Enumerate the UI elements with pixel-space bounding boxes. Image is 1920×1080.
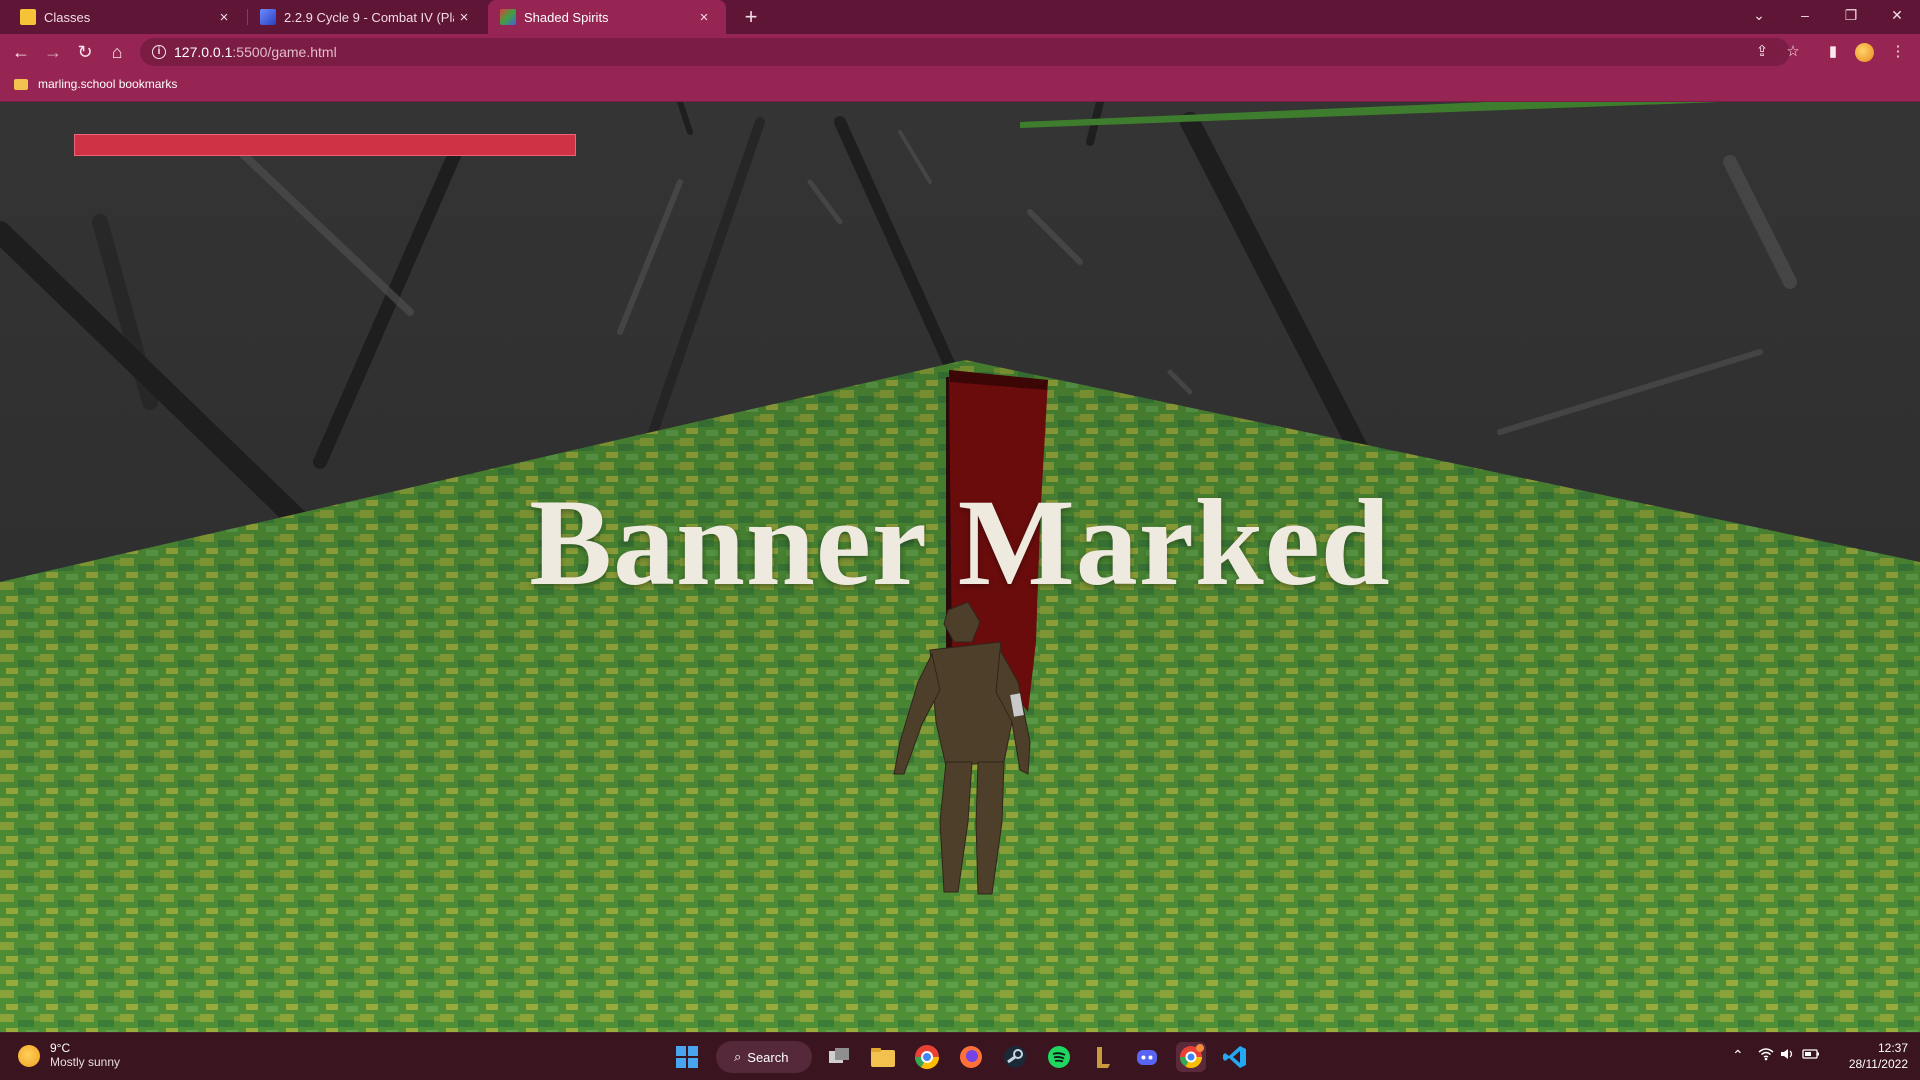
chrome-icon[interactable] — [912, 1042, 942, 1072]
health-bar — [74, 134, 576, 156]
new-tab-button[interactable]: + — [738, 4, 764, 30]
clock-date: 28/11/2022 — [1848, 1057, 1908, 1071]
close-icon[interactable]: × — [454, 9, 474, 26]
reload-button[interactable]: ↻ — [71, 38, 99, 66]
league-icon[interactable] — [1088, 1042, 1118, 1072]
weather-widget[interactable]: 9°C Mostly sunny — [18, 1041, 120, 1070]
bookmark-label: marling.school bookmarks — [38, 77, 178, 91]
sun-icon — [18, 1044, 40, 1067]
clock-time: 12:37 — [1877, 1041, 1908, 1055]
tab-title: Shaded Spirits — [524, 9, 609, 25]
bookmark-folder[interactable]: marling.school bookmarks — [14, 77, 177, 91]
folder-icon — [14, 78, 28, 90]
clock[interactable]: 12:37 28/11/2022 — [1838, 1040, 1908, 1072]
banner-marked-message: Banner Marked — [529, 474, 1391, 611]
browser-toolbar: ← → ↻ ⌂ i 127.0.0.1:5500/game.html ⇪ ☆ ▮… — [0, 34, 1920, 70]
weather-temp: 9°C — [50, 1041, 71, 1055]
tab-search-chevron-icon[interactable]: ⌄ — [1736, 0, 1782, 30]
tab-strip: Classes × 2.2.9 Cycle 9 - Combat IV (Pla… — [0, 0, 1920, 34]
steam-icon[interactable] — [1000, 1042, 1030, 1072]
tab-shaded-spirits[interactable]: Shaded Spirits × — [488, 0, 726, 34]
taskbar-search[interactable]: ⌕ Search — [716, 1041, 812, 1073]
share-icon[interactable]: ⇪ — [1748, 38, 1776, 66]
chrome-active-icon[interactable] — [1176, 1042, 1206, 1072]
address-bar[interactable]: i 127.0.0.1:5500/game.html — [140, 38, 1790, 66]
file-explorer-icon[interactable] — [868, 1042, 898, 1072]
search-icon: ⌕ — [734, 1049, 742, 1064]
search-label: Search — [747, 1049, 789, 1065]
firefox-icon[interactable] — [956, 1042, 986, 1072]
taskbar: 9°C Mostly sunny ⌕ Search ⌃ 12:37 28/11/… — [0, 1032, 1920, 1080]
tab-classes[interactable]: Classes × — [8, 0, 246, 34]
profile-avatar[interactable] — [1855, 43, 1874, 62]
spotify-icon[interactable] — [1044, 1042, 1074, 1072]
site-info-icon[interactable]: i — [152, 45, 166, 59]
weather-description: Mostly sunny — [50, 1055, 121, 1069]
tab-cycle-9[interactable]: 2.2.9 Cycle 9 - Combat IV (Player × — [248, 0, 486, 34]
health-bar-fill — [75, 135, 575, 155]
url-host: 127.0.0.1 — [174, 44, 233, 60]
tab-title: 2.2.9 Cycle 9 - Combat IV (Player — [284, 9, 454, 25]
wifi-icon[interactable] — [1758, 1047, 1774, 1064]
bookmark-star-icon[interactable]: ☆ — [1779, 38, 1807, 66]
vscode-icon[interactable] — [1220, 1042, 1250, 1072]
chevron-up-icon[interactable]: ⌃ — [1732, 1047, 1744, 1064]
url-path: :5500/game.html — [232, 44, 337, 60]
bookmarks-bar: marling.school bookmarks — [0, 70, 1920, 102]
side-panel-icon[interactable]: ▮ — [1819, 38, 1847, 66]
tab-title: Classes — [44, 9, 91, 25]
close-icon[interactable]: × — [694, 9, 714, 26]
discord-icon[interactable] — [1132, 1042, 1162, 1072]
task-view-icon[interactable] — [824, 1042, 854, 1072]
home-button[interactable]: ⌂ — [103, 38, 131, 66]
restore-button[interactable]: ❐ — [1828, 0, 1874, 30]
game-favicon-icon — [500, 9, 516, 25]
menu-icon[interactable]: ⋮ — [1884, 38, 1912, 66]
back-button[interactable]: ← — [7, 38, 35, 66]
minimize-button[interactable]: – — [1782, 0, 1828, 30]
battery-icon[interactable] — [1802, 1047, 1820, 1064]
close-window-button[interactable]: ✕ — [1874, 0, 1920, 30]
volume-icon[interactable] — [1780, 1047, 1796, 1064]
classroom-icon — [20, 9, 36, 25]
forward-button[interactable]: → — [39, 38, 67, 66]
course-icon — [260, 9, 276, 25]
game-canvas[interactable]: Banner Marked — [0, 102, 1920, 1032]
start-icon[interactable] — [672, 1042, 702, 1072]
close-icon[interactable]: × — [214, 9, 234, 26]
